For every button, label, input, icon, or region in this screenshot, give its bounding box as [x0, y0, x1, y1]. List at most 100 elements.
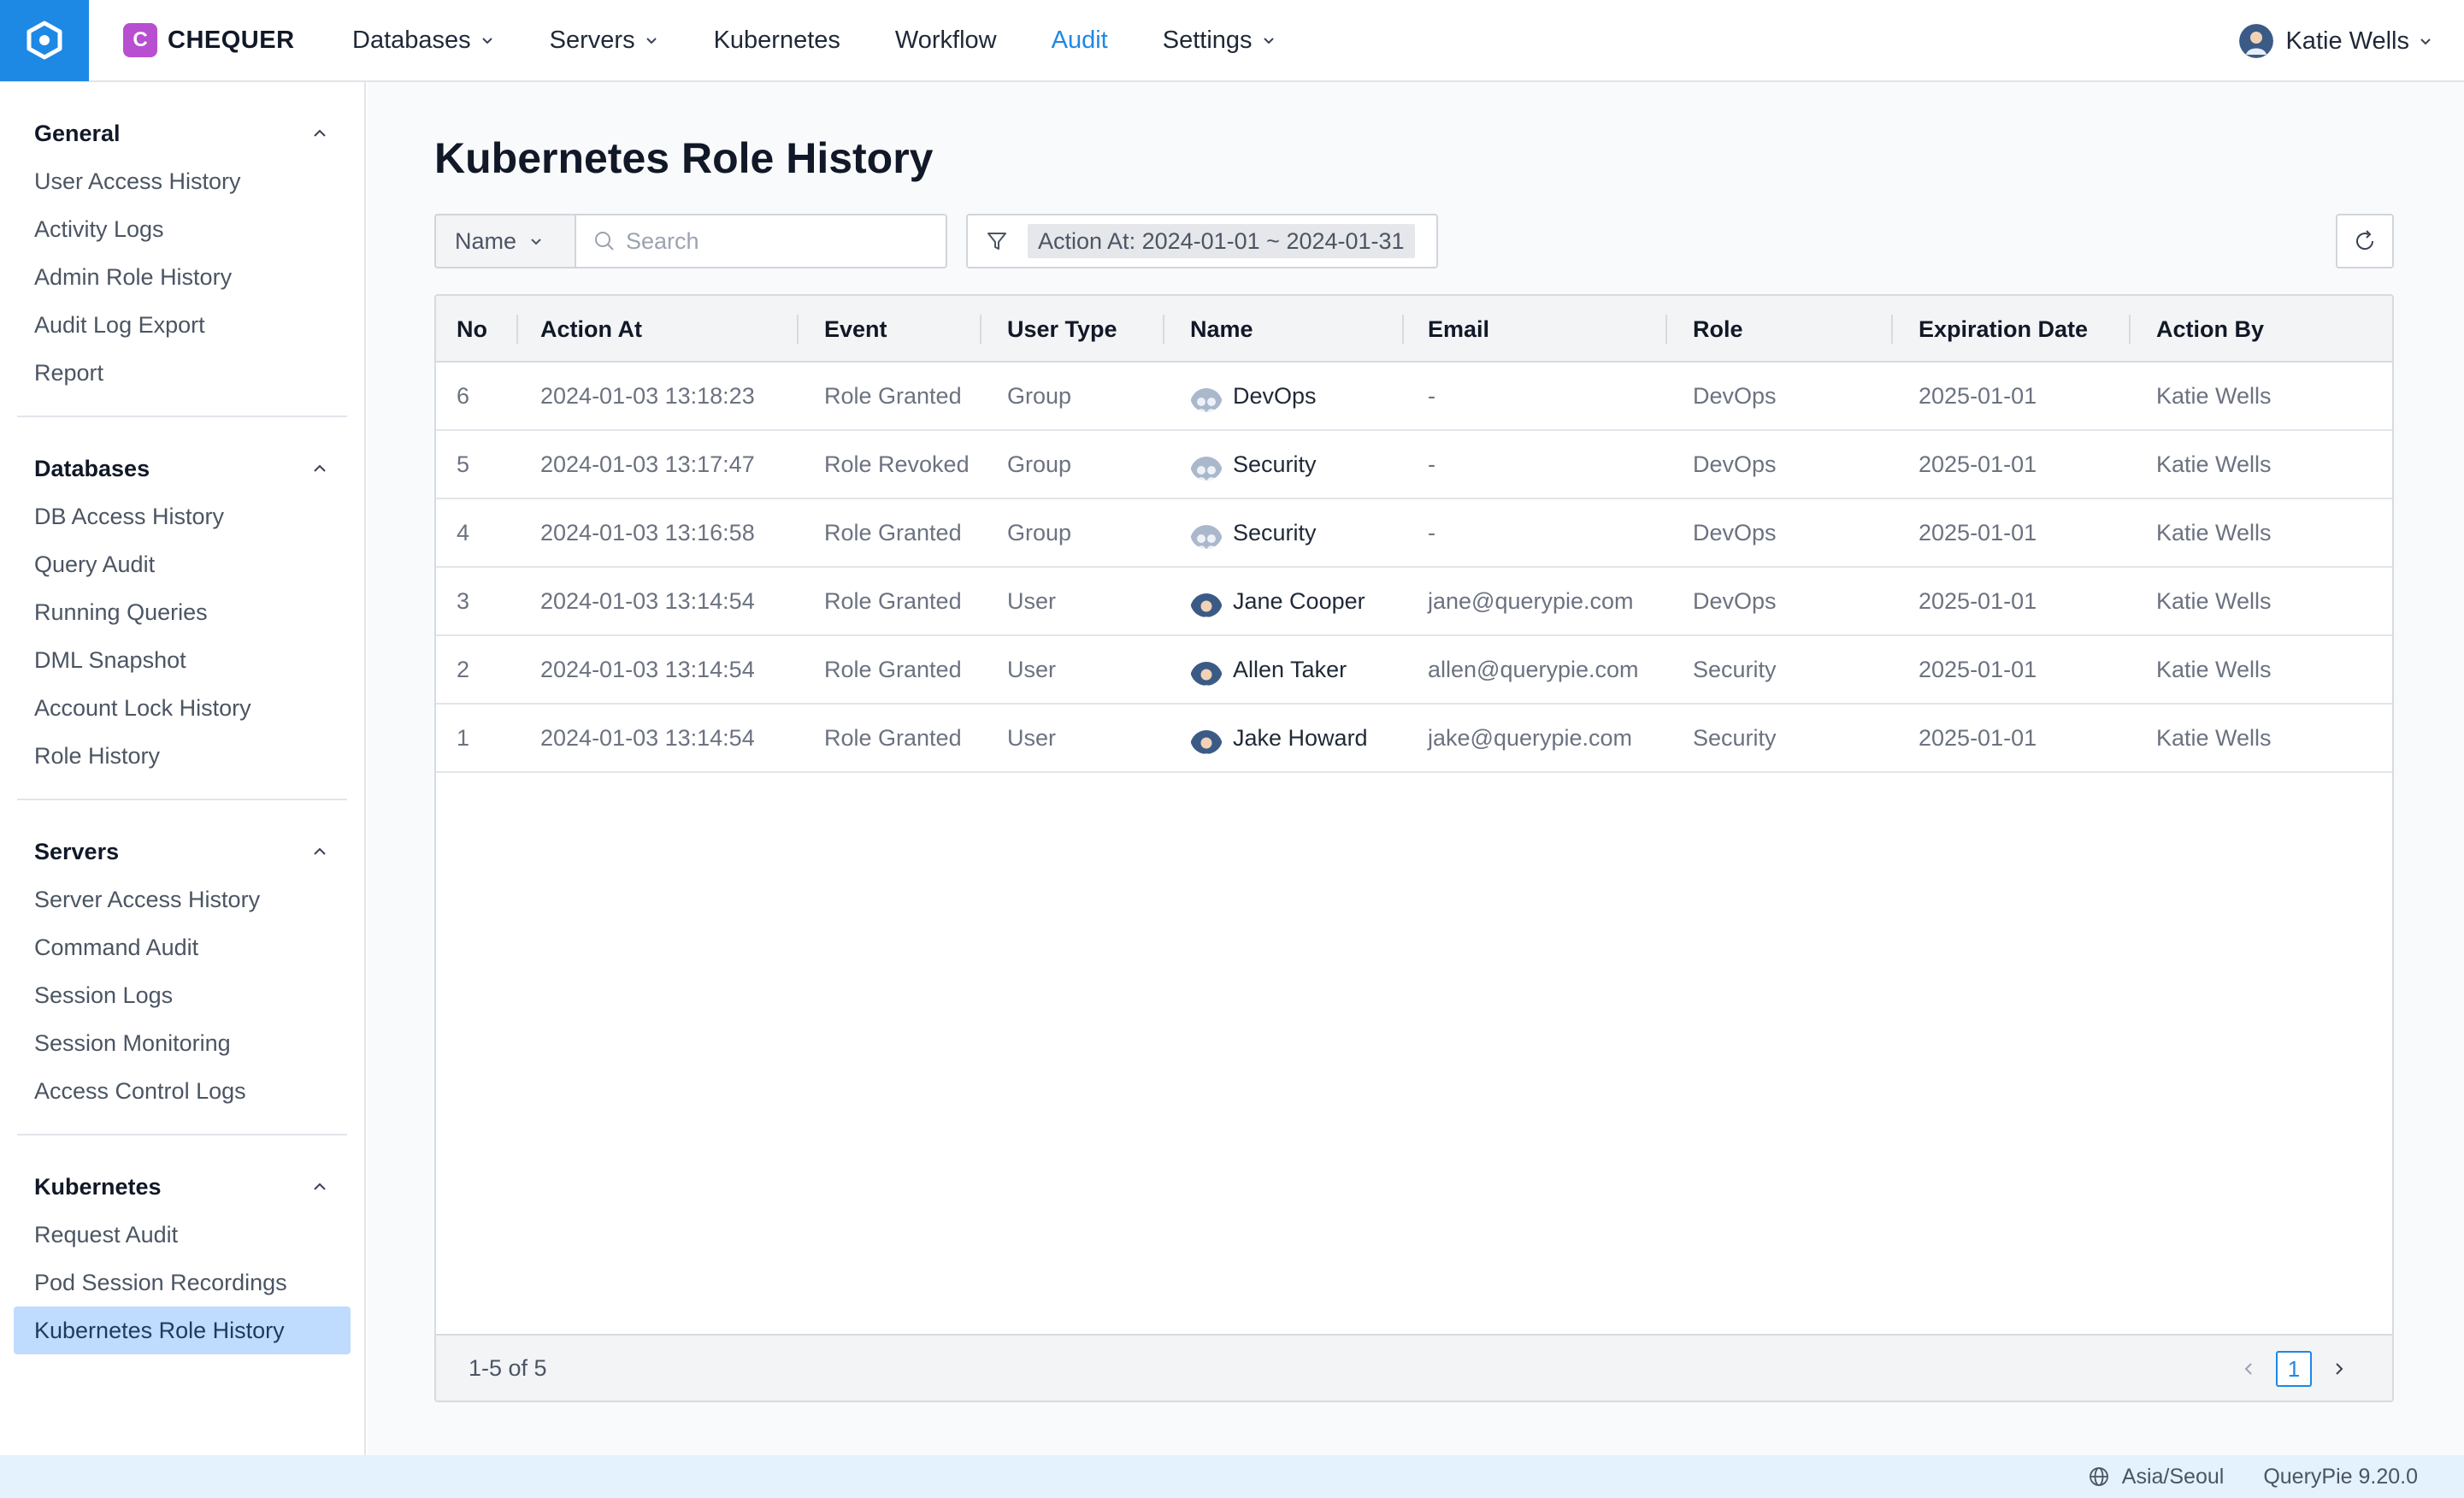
- cell-name-text: Jake Howard: [1233, 725, 1368, 751]
- nav-item-servers[interactable]: Servers: [550, 0, 659, 81]
- sidebar-item-db-access-history[interactable]: DB Access History: [14, 492, 351, 540]
- refresh-button[interactable]: [2336, 214, 2394, 268]
- cell-no: 3: [457, 588, 470, 614]
- nav-item-workflow[interactable]: Workflow: [895, 0, 997, 81]
- user-menu[interactable]: Katie Wells: [2239, 0, 2433, 82]
- sidebar-item-dml-snapshot[interactable]: DML Snapshot: [14, 636, 351, 684]
- cell-action-at: 2024-01-03 13:17:47: [540, 451, 755, 477]
- date-filter-chip[interactable]: Action At: 2024-01-01 ~ 2024-01-31: [1028, 224, 1415, 258]
- cell-user-type: User: [1007, 725, 1057, 751]
- chevron-up-icon[interactable]: [309, 841, 330, 862]
- nav-item-settings[interactable]: Settings: [1163, 0, 1276, 81]
- column-header-email[interactable]: Email: [1428, 296, 1489, 363]
- sidebar-section-header[interactable]: Servers: [14, 828, 351, 876]
- cell-expiration: 2025-01-01: [1919, 451, 2037, 477]
- search-input[interactable]: [626, 227, 934, 255]
- sidebar-section-header[interactable]: General: [14, 109, 351, 157]
- filter-box[interactable]: Action At: 2024-01-01 ~ 2024-01-31: [966, 214, 1438, 268]
- column-header-role[interactable]: Role: [1693, 296, 1743, 363]
- sidebar-item-kubernetes-role-history[interactable]: Kubernetes Role History: [14, 1306, 351, 1354]
- sidebar-item-audit-log-export[interactable]: Audit Log Export: [14, 301, 351, 349]
- cell-expiration: 2025-01-01: [1919, 588, 2037, 614]
- column-separator: [1665, 315, 1667, 344]
- sidebar-item-report[interactable]: Report: [14, 349, 351, 397]
- table-row[interactable]: 3 2024-01-03 13:14:54 Role Granted User Jane…: [436, 568, 2392, 636]
- column-header-event[interactable]: Event: [824, 296, 887, 363]
- cell-role: DevOps: [1693, 588, 1777, 614]
- sidebar-section-header[interactable]: Databases: [14, 445, 351, 492]
- sidebar-item-session-logs[interactable]: Session Logs: [14, 971, 351, 1019]
- sidebar-divider: [17, 799, 347, 800]
- sidebar-item-query-audit[interactable]: Query Audit: [14, 540, 351, 588]
- sidebar-item-running-queries[interactable]: Running Queries: [14, 588, 351, 636]
- nav-item-audit[interactable]: Audit: [1052, 0, 1108, 81]
- table-footer: 1-5 of 5 1: [436, 1334, 2392, 1401]
- cell-action-by: Katie Wells: [2156, 725, 2272, 751]
- page-title: Kubernetes Role History: [434, 134, 934, 182]
- sidebar-item-command-audit[interactable]: Command Audit: [14, 923, 351, 971]
- column-header-expiration-date[interactable]: Expiration Date: [1919, 296, 2088, 363]
- column-header-name[interactable]: Name: [1190, 296, 1253, 363]
- table-row[interactable]: 1 2024-01-03 13:14:54 Role Granted User Jake…: [436, 705, 2392, 773]
- table-row[interactable]: 6 2024-01-03 13:18:23 Role Granted Group Dev…: [436, 363, 2392, 431]
- column-header-user-type[interactable]: User Type: [1007, 296, 1117, 363]
- table-row[interactable]: 2 2024-01-03 13:14:54 Role Granted User Alle…: [436, 636, 2392, 705]
- cell-name: Security: [1190, 431, 1317, 498]
- cell-event: Role Granted: [824, 383, 962, 409]
- sidebar-item-role-history[interactable]: Role History: [14, 732, 351, 780]
- cell-action-at: 2024-01-03 13:14:54: [540, 725, 755, 751]
- sidebar-item-access-control-logs[interactable]: Access Control Logs: [14, 1067, 351, 1115]
- search-field-select[interactable]: Name: [434, 214, 575, 268]
- sidebar-section-title: Databases: [34, 455, 150, 481]
- sidebar-item-user-access-history[interactable]: User Access History: [14, 157, 351, 205]
- nav-item-databases[interactable]: Databases: [352, 0, 495, 81]
- column-header-no[interactable]: No: [457, 296, 487, 363]
- cell-action-by: Katie Wells: [2156, 451, 2272, 477]
- cell-no: 2: [457, 657, 470, 682]
- user-name: Katie Wells: [2285, 27, 2409, 55]
- column-header-action-by[interactable]: Action By: [2156, 296, 2264, 363]
- sidebar-section-title: General: [34, 120, 121, 146]
- sidebar-item-activity-logs[interactable]: Activity Logs: [14, 205, 351, 253]
- cell-user-type: Group: [1007, 451, 1072, 477]
- cell-event: Role Granted: [824, 657, 962, 682]
- chevron-right-icon[interactable]: [2331, 1360, 2348, 1377]
- cell-no: 5: [457, 451, 470, 477]
- chevron-up-icon[interactable]: [309, 458, 330, 479]
- timezone-indicator[interactable]: Asia/Seoul: [2088, 1464, 2225, 1489]
- table-body: 6 2024-01-03 13:18:23 Role Granted Group Dev…: [436, 363, 2392, 773]
- sidebar-item-account-lock-history[interactable]: Account Lock History: [14, 684, 351, 732]
- sidebar-section-header[interactable]: Kubernetes: [14, 1163, 351, 1211]
- chevron-up-icon[interactable]: [309, 123, 330, 144]
- organization-brand[interactable]: C CHEQUER: [123, 23, 352, 57]
- timezone-label: Asia/Seoul: [2121, 1464, 2225, 1489]
- table-row[interactable]: 5 2024-01-03 13:17:47 Role Revoked Group Sec…: [436, 431, 2392, 499]
- cell-action-by: Katie Wells: [2156, 520, 2272, 546]
- chevron-up-icon[interactable]: [309, 1177, 330, 1197]
- nav-item-label: Servers: [549, 26, 635, 54]
- page-number-button[interactable]: 1: [2276, 1351, 2312, 1387]
- sidebar-section-kubernetes: Kubernetes Request Audit Pod Session Recor…: [0, 1163, 364, 1354]
- user-avatar-icon: [1190, 653, 1223, 686]
- nav-item-kubernetes[interactable]: Kubernetes: [714, 0, 840, 81]
- table-row[interactable]: 4 2024-01-03 13:16:58 Role Granted Group Sec…: [436, 499, 2392, 568]
- brand-name: CHEQUER: [168, 26, 295, 54]
- cell-role: Security: [1693, 725, 1777, 751]
- main-content: Kubernetes Role History Name Action At: …: [368, 82, 2464, 1455]
- top-navigation-bar: C CHEQUER Databases Servers Kubernetes Work…: [0, 0, 2464, 82]
- sidebar-divider: [17, 416, 347, 417]
- sidebar-item-pod-session-recordings[interactable]: Pod Session Recordings: [14, 1259, 351, 1306]
- column-separator: [1891, 315, 1893, 344]
- cell-email: jake@querypie.com: [1428, 725, 1633, 751]
- cell-role: DevOps: [1693, 383, 1777, 409]
- sidebar-item-session-monitoring[interactable]: Session Monitoring: [14, 1019, 351, 1067]
- sidebar-item-admin-role-history[interactable]: Admin Role History: [14, 253, 351, 301]
- chevron-down-icon: [2420, 38, 2431, 45]
- querypie-logo[interactable]: [0, 0, 89, 81]
- sidebar-section-title: Servers: [34, 838, 120, 864]
- chevron-left-icon[interactable]: [2240, 1360, 2257, 1377]
- sidebar-item-request-audit[interactable]: Request Audit: [14, 1211, 351, 1259]
- sidebar-item-server-access-history[interactable]: Server Access History: [14, 876, 351, 923]
- column-header-action-at[interactable]: Action At: [540, 296, 642, 363]
- group-avatar-icon: [1190, 516, 1223, 549]
